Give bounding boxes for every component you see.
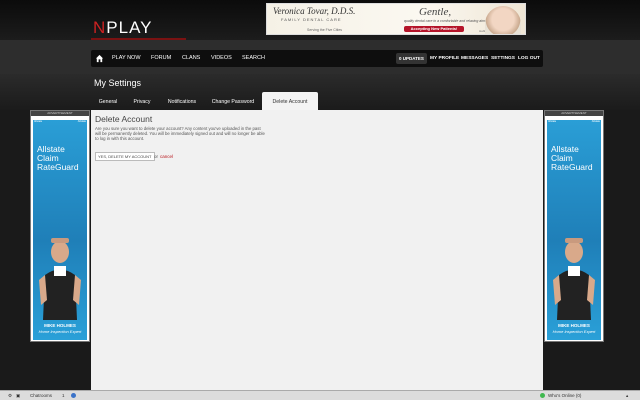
ad-label: ADVERTISEMENT — [31, 111, 89, 116]
banner-ad[interactable]: Veronica Tovar, D.D.S. FAMILY DENTAL CAR… — [266, 3, 526, 35]
nav-messages[interactable]: MESSAGES — [461, 50, 488, 67]
settings-gear-icon[interactable]: ⚙ — [8, 392, 12, 400]
delete-warning-text: Are you sure you want to delete your acc… — [95, 126, 265, 142]
nav-my-profile[interactable]: MY PROFILE — [430, 50, 459, 67]
delete-account-panel: Delete Account Are you sure you want to … — [91, 110, 543, 390]
ad-creative: Allstate Allstate Allstate Claim RateGuar… — [33, 120, 87, 340]
home-icon[interactable] — [95, 54, 104, 63]
nav-search[interactable]: SEARCH — [242, 50, 265, 67]
nav-clans[interactable]: CLANS — [182, 50, 200, 67]
right-side-ad[interactable]: ADVERTISEMENT Allstate Allstate Allstate … — [544, 110, 604, 342]
ad-person-image — [553, 238, 595, 320]
banner-ad-headline: Gentle, — [419, 6, 452, 18]
expand-icon[interactable]: ▴ — [626, 392, 628, 400]
section-title: Delete Account — [95, 114, 153, 124]
left-side-ad[interactable]: ADVERTISEMENT Allstate Allstate Allstate … — [30, 110, 90, 342]
tab-change-password[interactable]: Change Password — [208, 95, 258, 109]
tab-notifications[interactable]: Notifications — [162, 95, 202, 109]
ad-caption-sub: Home Inspection Expert — [38, 329, 82, 334]
nav-play-now[interactable]: PLAY NOW — [112, 50, 141, 67]
tab-privacy[interactable]: Privacy — [128, 95, 156, 109]
banner-ad-photo — [485, 6, 521, 34]
chat-status-icon[interactable] — [71, 392, 76, 400]
site-logo[interactable]: NPLAY — [93, 18, 153, 38]
nav-settings[interactable]: SETTINGS — [491, 50, 515, 67]
banner-ad-subtitle: FAMILY DENTAL CARE — [281, 17, 342, 22]
ad-brand: Allstate Claim RateGuard — [551, 144, 593, 172]
nav-videos[interactable]: VIDEOS — [211, 50, 232, 67]
ad-caption-name: MIKE HOLMES — [558, 323, 590, 328]
ad-head: Allstate Allstate — [34, 120, 86, 123]
whos-online-button[interactable]: Who's Online (0) — [548, 392, 581, 400]
ad-caption-name: MIKE HOLMES — [44, 323, 76, 328]
confirm-delete-button[interactable]: YES, DELETE MY ACCOUNT — [95, 152, 155, 161]
banner-ad-small: Serving the Five Cities — [307, 28, 343, 32]
chat-bar: ⚙ ▣ Chatrooms 1 Who's Online (0) ▴ — [0, 390, 640, 400]
chat-count: 1 — [62, 393, 65, 398]
ad-brand: Allstate Claim RateGuard — [37, 144, 79, 172]
updates-badge[interactable]: 0 UPDATES — [396, 53, 427, 64]
page-title: My Settings — [94, 78, 142, 88]
chatrooms-button[interactable]: Chatrooms — [30, 392, 52, 400]
tab-delete-account[interactable]: Delete Account — [262, 92, 318, 110]
online-status-icon — [540, 392, 545, 400]
banner-ad-name: Veronica Tovar, D.D.S. — [273, 6, 356, 16]
chat-icon[interactable]: ▣ — [16, 392, 20, 400]
ad-creative: Allstate Allstate Allstate Claim RateGuar… — [547, 120, 601, 340]
ad-label: ADVERTISEMENT — [545, 111, 603, 116]
or-text: or — [154, 154, 159, 159]
ad-person-image — [39, 238, 81, 320]
ad-caption-sub: Home Inspection Expert — [552, 329, 596, 334]
header: NPLAY Veronica Tovar, D.D.S. FAMILY DENT… — [0, 0, 640, 40]
tab-general[interactable]: General — [94, 95, 122, 109]
cancel-link[interactable]: cancel — [160, 154, 173, 159]
main-nav: PLAY NOW FORUM CLANS VIDEOS SEARCH 0 UPD… — [91, 50, 543, 67]
nav-forum[interactable]: FORUM — [151, 50, 171, 67]
banner-ad-button[interactable]: Accepting New Patients! — [404, 26, 464, 32]
ad-head: Allstate Allstate — [548, 120, 600, 123]
nav-log-out[interactable]: LOG OUT — [518, 50, 540, 67]
